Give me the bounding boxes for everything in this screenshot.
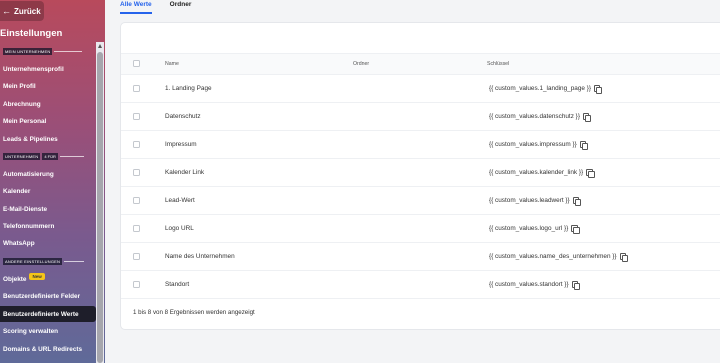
row-checkbox[interactable] <box>133 85 140 92</box>
column-header-name[interactable]: Name <box>165 61 179 67</box>
copy-icon[interactable] <box>571 281 581 290</box>
table-row[interactable]: Impressum {{ custom_values.impressum }} <box>121 131 720 159</box>
column-header-schluessel[interactable]: Schlüssel <box>487 61 509 67</box>
copy-icon[interactable] <box>582 113 592 122</box>
cell-key: {{ custom_values.logo_url }} <box>489 225 580 234</box>
table-row[interactable]: Logo URL {{ custom_values.logo_url }} <box>121 215 720 243</box>
row-checkbox[interactable] <box>133 225 140 232</box>
cell-key: {{ custom_values.datenschutz }} <box>489 113 592 122</box>
table-row[interactable]: 1. Landing Page {{ custom_values.1_landi… <box>121 75 720 103</box>
sidebar-item-objekte[interactable]: Objekte New <box>3 273 45 283</box>
cell-key: {{ custom_values.leadwert }} <box>489 197 582 206</box>
sidebar-item-leads-pipelines[interactable]: Leads & Pipelines <box>3 136 58 143</box>
sidebar-scroll-thumb[interactable] <box>97 52 103 363</box>
sidebar-title: Einstellungen <box>0 28 63 39</box>
sidebar-item-scoring-verwalten[interactable]: Scoring verwalten <box>3 328 58 335</box>
sidebar-item-unternehmensprofil[interactable]: Unternehmensprofil <box>3 66 64 73</box>
cell-name: Lead-Wert <box>165 197 195 204</box>
sidebar-item-telefonnummern[interactable]: Telefonnummern <box>3 223 54 230</box>
back-button-label: Zurück <box>14 6 41 16</box>
row-checkbox[interactable] <box>133 141 140 148</box>
column-header-ordner[interactable]: Ordner <box>353 61 369 67</box>
pagination-summary: 1 bis 8 von 8 Ergebnissen werden angezei… <box>133 309 255 316</box>
table-row[interactable]: Kalender Link {{ custom_values.kalender_… <box>121 159 720 187</box>
copy-icon[interactable] <box>619 253 629 262</box>
cell-key: {{ custom_values.standort }} <box>489 281 581 290</box>
sidebar-item-kalender[interactable]: Kalender <box>3 188 30 195</box>
sidebar-item-automatisierung[interactable]: Automatisierung <box>3 171 54 178</box>
cell-name: Logo URL <box>165 225 194 232</box>
cell-key: {{ custom_values.impressum }} <box>489 141 589 150</box>
section-label-mein-unternehmen: MEIN UNTERNEHMEN <box>3 48 83 55</box>
sidebar-item-mein-profil[interactable]: Mein Profil <box>3 83 36 90</box>
back-button[interactable]: ← Zurück <box>0 1 44 21</box>
table-row[interactable]: Lead-Wert {{ custom_values.leadwert }} <box>121 187 720 215</box>
copy-icon[interactable] <box>571 225 580 234</box>
sidebar-item-mein-personal[interactable]: Mein Personal <box>3 118 46 125</box>
copy-icon[interactable] <box>593 85 603 94</box>
table-row[interactable]: Datenschutz {{ custom_values.datenschutz… <box>121 103 720 131</box>
arrow-left-icon: ← <box>2 6 11 16</box>
copy-icon[interactable] <box>586 169 595 178</box>
cell-key: {{ custom_values.kalender_link }} <box>489 169 595 178</box>
cell-name: Datenschutz <box>165 113 201 120</box>
settings-sidebar: ← Zurück Einstellungen MEIN UNTERNEHMEN … <box>0 0 105 363</box>
cell-name: Kalender Link <box>165 169 205 176</box>
tab-ordner[interactable]: Ordner <box>170 0 192 14</box>
sidebar-item-benutzerdefinierte-werte[interactable]: Benutzerdefinierte Werte <box>3 311 79 318</box>
row-checkbox[interactable] <box>133 197 140 204</box>
cell-name: Standort <box>165 281 190 288</box>
sidebar-item-email-dienste[interactable]: E-Mail-Dienste <box>3 206 47 213</box>
section-label-unternehmen: UNTERNEHMEN 4 FÜR <box>3 153 84 160</box>
cell-name: Impressum <box>165 141 197 148</box>
cell-name: 1. Landing Page <box>165 85 212 92</box>
sidebar-item-abrechnung[interactable]: Abrechnung <box>3 101 41 108</box>
sidebar-item-domains-redirects[interactable]: Domains & URL Redirects <box>3 346 82 353</box>
row-checkbox[interactable] <box>133 113 140 120</box>
table-row[interactable]: Name des Unternehmen {{ custom_values.na… <box>121 243 720 271</box>
copy-icon[interactable] <box>579 141 589 150</box>
tab-bar: Alle Werte Ordner <box>120 0 191 16</box>
section-label-andere-einstellungen: ANDERE EINSTELLUNGEN <box>3 258 85 265</box>
select-all-checkbox[interactable] <box>133 60 140 67</box>
tab-alle-werte[interactable]: Alle Werte <box>120 0 152 14</box>
sidebar-item-whatsapp[interactable]: WhatsApp <box>3 240 35 247</box>
sidebar-item-benutzerdefinierte-felder[interactable]: Benutzerdefinierte Felder <box>3 293 80 300</box>
table-header <box>121 53 720 75</box>
cell-key: {{ custom_values.1_landing_page }} <box>489 85 603 94</box>
table-row[interactable]: Standort {{ custom_values.standort }} <box>121 271 720 299</box>
copy-icon[interactable] <box>572 197 582 206</box>
custom-values-table-card: Name Ordner Schlüssel 1. Landing Page {{… <box>120 22 720 330</box>
row-checkbox[interactable] <box>133 253 140 260</box>
row-checkbox[interactable] <box>133 169 140 176</box>
new-badge: New <box>29 273 45 280</box>
cell-key: {{ custom_values.name_des_unternehmen }} <box>489 253 629 262</box>
cell-name: Name des Unternehmen <box>165 253 235 260</box>
chevron-up-icon[interactable] <box>98 44 102 48</box>
row-checkbox[interactable] <box>133 281 140 288</box>
